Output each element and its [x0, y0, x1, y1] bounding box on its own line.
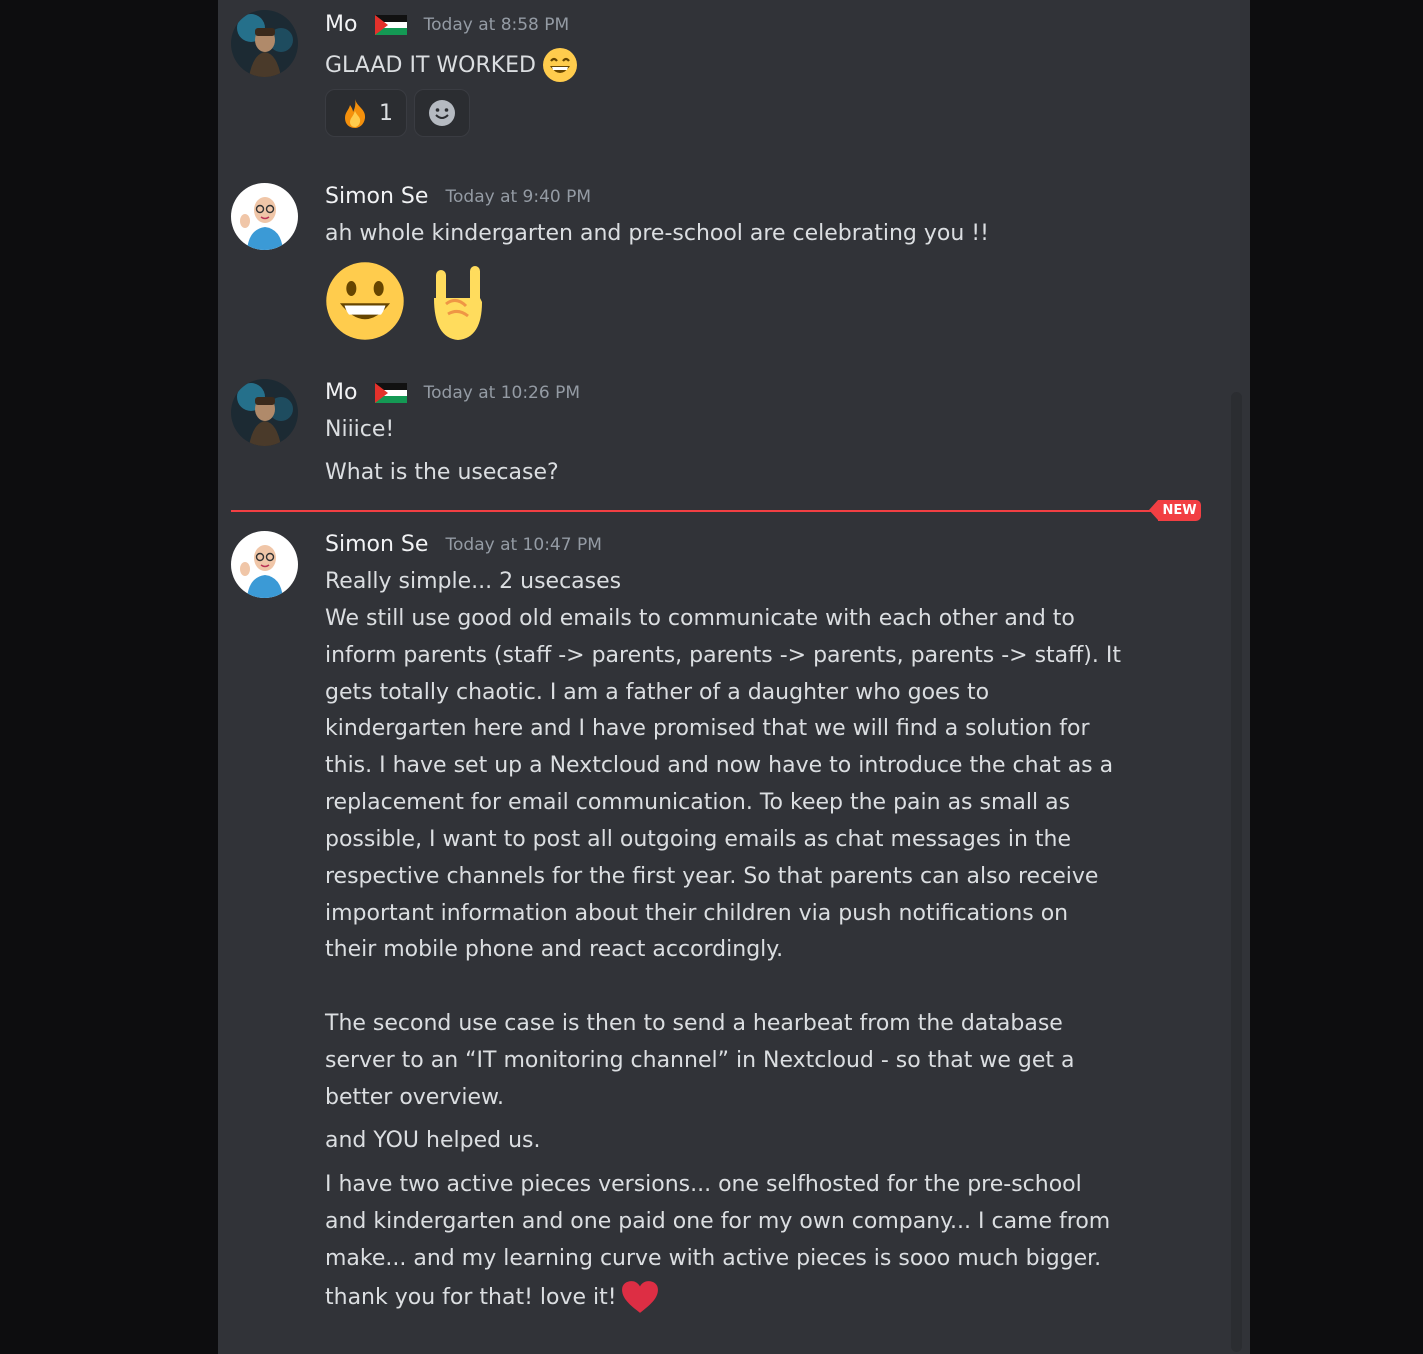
message-text: The second use case is then to send a he… — [325, 1011, 1063, 1036]
message-text: We still use good old emails to communic… — [325, 606, 1075, 631]
timestamp: Today at 9:40 PM — [445, 186, 592, 207]
add-reaction-button[interactable] — [414, 89, 470, 137]
message-text: Niiice! — [325, 417, 395, 442]
avatar-mo[interactable] — [231, 10, 298, 77]
message-text: possible, I want to post all outgoing em… — [325, 827, 1072, 852]
username[interactable]: Simon Se — [325, 184, 428, 209]
add-reaction-smiley-icon — [429, 100, 455, 126]
message-text: their mobile phone and react accordingly… — [325, 937, 784, 962]
grinning-face-emoji-icon — [543, 48, 577, 82]
message-text: inform parents (staff -> parents, parent… — [325, 643, 1121, 668]
reaction-count: 1 — [379, 100, 393, 126]
message-text: make... and my learning curve with activ… — [325, 1246, 1102, 1271]
smiley-emoji-icon — [326, 262, 404, 340]
message-text: kindergarten here and I have promised th… — [325, 716, 1090, 741]
palestine-flag-icon — [374, 382, 407, 403]
message-text: and YOU helped us. — [325, 1128, 541, 1153]
avatar-simon[interactable] — [231, 531, 298, 598]
reaction-fire[interactable]: 1 — [325, 89, 407, 137]
timestamp: Today at 10:47 PM — [445, 534, 602, 555]
message-text: replacement for email communication. To … — [325, 790, 1071, 815]
message-text: thank you for that! love it! — [325, 1284, 617, 1310]
username[interactable]: Mo — [325, 380, 357, 405]
message-text: ah whole kindergarten and pre-school are… — [325, 221, 989, 246]
message-text: gets totally chaotic. I am a father of a… — [325, 680, 990, 705]
message-text: Really simple... 2 usecases — [325, 569, 622, 594]
message-text: server to an “IT monitoring channel” in … — [325, 1048, 1075, 1073]
scrollbar[interactable] — [1231, 392, 1242, 1352]
fire-emoji-icon — [345, 99, 366, 128]
message-text: respective channels for the first year. … — [325, 864, 1099, 889]
avatar-mo[interactable] — [231, 379, 298, 446]
message-text: What is the usecase? — [325, 460, 559, 485]
new-badge: NEW — [1149, 500, 1201, 521]
red-heart-emoji-icon — [621, 1281, 658, 1313]
chat-panel: Mo Today at 8:58 PM GLAAD IT WORKED 1 Si… — [218, 0, 1250, 1354]
timestamp: Today at 8:58 PM — [423, 14, 570, 35]
avatar-simon[interactable] — [231, 183, 298, 250]
palestine-flag-icon — [374, 14, 407, 35]
message-text: I have two active pieces versions... one… — [325, 1172, 1082, 1197]
sign-of-horns-emoji-icon — [434, 266, 482, 340]
message-text: this. I have set up a Nextcloud and now … — [325, 753, 1114, 778]
message-text: important information about their childr… — [325, 901, 1069, 926]
timestamp: Today at 10:26 PM — [423, 382, 581, 403]
username[interactable]: Simon Se — [325, 532, 428, 557]
username[interactable]: Mo — [325, 12, 357, 37]
new-messages-divider — [231, 510, 1158, 512]
message-text: and kindergarten and one paid one for my… — [325, 1209, 1111, 1234]
message-text: GLAAD IT WORKED — [325, 52, 536, 78]
message-text: better overview. — [325, 1085, 505, 1110]
